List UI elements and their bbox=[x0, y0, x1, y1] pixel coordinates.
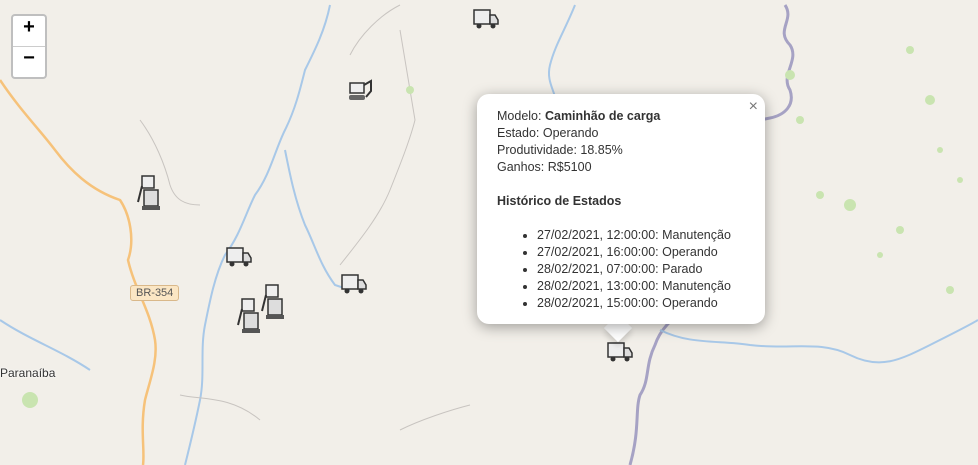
estado-value: Operando bbox=[542, 126, 599, 140]
produtividade-value: 18.85% bbox=[580, 143, 623, 157]
excavator-icon[interactable] bbox=[260, 281, 288, 319]
info-popup: × Modelo: Caminhão de carga Estado: Oper… bbox=[477, 94, 765, 324]
ganhos-value: R$5100 bbox=[547, 160, 592, 174]
historico-item: 28/02/2021, 07:00:00: Parado bbox=[537, 261, 745, 278]
historico-item: 27/02/2021, 16:00:00: Operando bbox=[537, 244, 745, 261]
truck-icon[interactable] bbox=[225, 243, 253, 271]
excavator-icon[interactable] bbox=[346, 77, 374, 105]
minor-road-5 bbox=[179, 394, 261, 421]
historico-title: Histórico de Estados bbox=[497, 194, 622, 208]
estado-row: Estado: Operando bbox=[497, 125, 745, 142]
city-label: Paranaíba bbox=[0, 366, 56, 380]
river-5 bbox=[0, 319, 91, 371]
modelo-row: Modelo: Caminhão de carga bbox=[497, 108, 745, 125]
historico-item: 28/02/2021, 13:00:00: Manutenção bbox=[537, 278, 745, 295]
road-label: BR-354 bbox=[130, 285, 180, 301]
zoom-in-button[interactable]: + bbox=[13, 16, 45, 47]
zoom-control: + − bbox=[11, 14, 47, 79]
ganhos-label: Ganhos: bbox=[497, 160, 545, 174]
map-container[interactable]: + − BR-354 Paranaíba × Modelo: Caminhão … bbox=[0, 0, 978, 465]
minor-road-3 bbox=[349, 4, 401, 56]
river-4 bbox=[659, 319, 978, 364]
minor-road-4 bbox=[399, 404, 471, 431]
river-1 bbox=[184, 4, 331, 465]
ganhos-row: Ganhos: R$5100 bbox=[497, 159, 745, 176]
truck-icon[interactable] bbox=[472, 5, 500, 33]
historico-item: 28/02/2021, 15:00:00: Operando bbox=[537, 295, 745, 312]
excavator-icon[interactable] bbox=[136, 172, 164, 210]
produtividade-row: Produtividade: 18.85% bbox=[497, 142, 745, 159]
excavator-icon[interactable] bbox=[236, 295, 264, 333]
modelo-label: Modelo: bbox=[497, 109, 542, 123]
produtividade-label: Produtividade: bbox=[497, 143, 577, 157]
historico-list: 27/02/2021, 12:00:00: Manutenção 27/02/2… bbox=[497, 227, 745, 312]
estado-label: Estado: bbox=[497, 126, 540, 140]
minor-road-1 bbox=[339, 29, 416, 266]
river-2 bbox=[284, 149, 351, 291]
road-br354 bbox=[0, 79, 157, 465]
popup-content: Modelo: Caminhão de carga Estado: Operan… bbox=[477, 94, 765, 326]
truck-icon[interactable] bbox=[606, 338, 634, 366]
modelo-value: Caminhão de carga bbox=[544, 109, 661, 123]
historico-item: 27/02/2021, 12:00:00: Manutenção bbox=[537, 227, 745, 244]
truck-icon[interactable] bbox=[340, 270, 368, 298]
zoom-out-button[interactable]: − bbox=[13, 47, 45, 77]
